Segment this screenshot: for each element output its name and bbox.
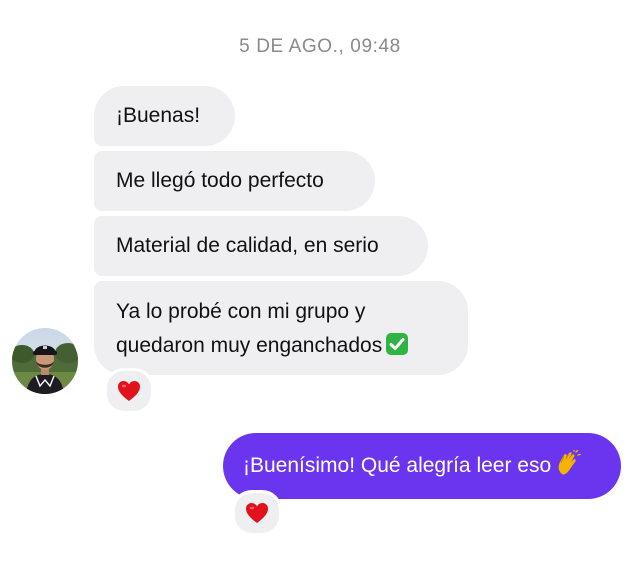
message-text-line: quedaron muy enganchados <box>116 329 446 363</box>
incoming-message[interactable]: Material de calidad, en serio <box>94 216 428 276</box>
message-text: Material de calidad, en serio <box>116 234 379 257</box>
incoming-message[interactable]: Me llegó todo perfecto <box>94 151 375 211</box>
message-text: Ya lo probé con mi grupo y <box>116 300 366 323</box>
outgoing-message[interactable]: ¡Buenísimo! Qué alegría leer eso <box>223 433 621 499</box>
message-reaction[interactable] <box>232 490 282 536</box>
incoming-message[interactable]: ¡Buenas! <box>94 86 235 146</box>
check-mark-emoji-icon <box>386 333 409 355</box>
message-reaction[interactable] <box>104 368 154 414</box>
message-text: ¡Buenas! <box>116 104 201 127</box>
clapping-hands-emoji-icon <box>555 448 581 476</box>
heart-emoji-icon <box>118 381 140 401</box>
message-text: quedaron muy enganchados <box>116 334 383 357</box>
message-text: Me llegó todo perfecto <box>116 169 324 192</box>
sender-avatar[interactable] <box>12 328 78 394</box>
chat-timestamp: 5 DE AGO., 09:48 <box>239 36 401 57</box>
incoming-message[interactable]: Ya lo probé con mi grupo y quedaron muy … <box>94 281 468 375</box>
message-text: ¡Buenísimo! Qué alegría leer eso <box>243 454 552 477</box>
heart-emoji-icon <box>246 503 268 523</box>
